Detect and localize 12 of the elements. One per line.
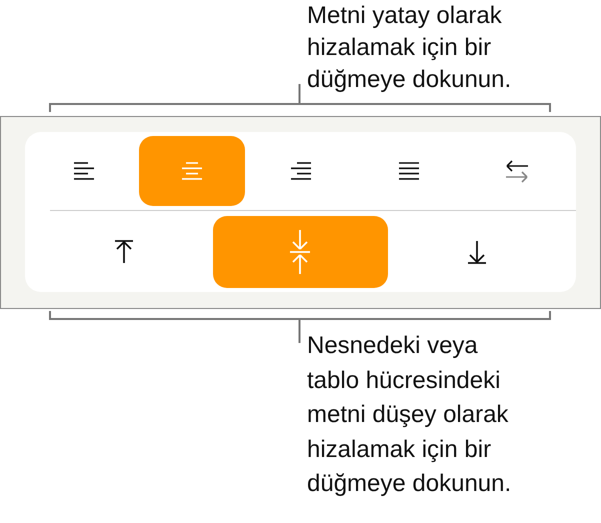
align-center-icon [181,161,204,181]
align-button[interactable] [213,216,388,288]
align-bottom-icon [466,239,488,265]
align-top-icon [113,239,136,265]
callout-text: Metni yatay olarak hizalamak için bir düğmeye dokunun. [307,1,512,95]
align-right-icon [290,161,312,181]
arrows-icon [504,159,530,183]
align-button[interactable] [139,136,246,206]
align-middle-icon [289,229,312,275]
justify-icon [398,161,420,181]
align-left-icon [73,161,96,181]
callout-text: Nesnedeki veya tablo hücresindeki metni düşey olarak hizalamak için bir düğmeye dokunun. [307,331,512,499]
